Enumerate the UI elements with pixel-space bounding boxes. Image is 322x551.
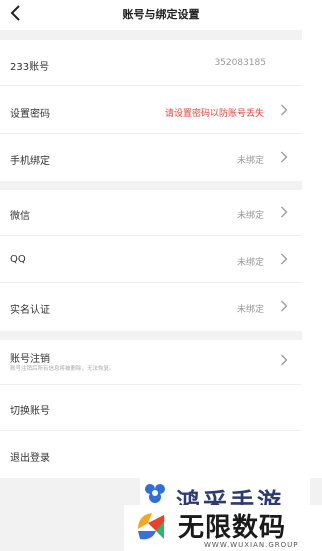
logout-row[interactable]: 退出登录 [0, 431, 302, 478]
set-password-label: 设置密码 [10, 109, 50, 120]
wuxian-logo-icon [138, 513, 165, 540]
wechat-binding-status: 未绑定 [236, 211, 264, 221]
phone-binding-label: 手机绑定 [10, 156, 50, 167]
realname-verification-status: 未绑定 [236, 305, 264, 315]
realname-verification-label: 实名认证 [10, 305, 50, 316]
set-password-hint: 请设置密码以防账号丢失 [164, 109, 264, 119]
watermark-name: 无限数码 [178, 513, 287, 543]
phone-binding-row[interactable]: 手机绑定 未绑定 [0, 134, 302, 181]
site-watermark: 无限数码 WWW.WUXIAN.GROUP [124, 505, 322, 551]
account-cancellation-note: 账号注销后所有信息将被删除，无法恢复。 [10, 366, 115, 372]
account-id-label: 233账号 [10, 62, 50, 73]
wechat-binding-row[interactable]: 微信 未绑定 [0, 190, 302, 236]
account-cancellation-label: 账号注销 [10, 354, 50, 365]
gamepad-logo-icon [145, 484, 165, 503]
page-title: 账号与绑定设置 [122, 8, 200, 21]
phone-binding-status: 未绑定 [236, 156, 264, 166]
set-password-row[interactable]: 设置密码 请设置密码以防账号丢失 [0, 86, 302, 134]
chevron-right-icon [281, 206, 288, 218]
chevron-right-icon [281, 151, 288, 163]
account-id-row: 233账号 352083185 [0, 40, 302, 86]
qq-binding-label: QQ [10, 254, 26, 265]
section-divider [0, 30, 302, 40]
qq-binding-status: 未绑定 [236, 258, 264, 268]
logout-label: 退出登录 [10, 453, 50, 464]
right-edge-strip [302, 30, 322, 551]
realname-verification-row[interactable]: 实名认证 未绑定 [0, 283, 302, 331]
watermark-url: WWW.WUXIAN.GROUP [204, 541, 299, 549]
section-divider [0, 181, 302, 190]
chevron-right-icon [281, 354, 288, 366]
switch-account-row[interactable]: 切换账号 [0, 385, 302, 431]
account-id-value: 352083185 [214, 58, 266, 68]
chevron-right-icon [281, 104, 288, 116]
qq-binding-row[interactable]: QQ 未绑定 [0, 236, 302, 283]
chevron-right-icon [281, 300, 288, 312]
site-watermark-top: 鸿采手游 [140, 478, 310, 506]
top-bar: 账号与绑定设置 [0, 0, 322, 30]
account-cancellation-row[interactable]: 账号注销 账号注销后所有信息将被删除，无法恢复。 [0, 340, 302, 385]
wechat-binding-label: 微信 [10, 211, 30, 222]
chevron-right-icon [281, 253, 288, 265]
watermark-top-text: 鸿采手游 [176, 488, 284, 506]
section-divider [0, 331, 302, 340]
switch-account-label: 切换账号 [10, 406, 50, 417]
